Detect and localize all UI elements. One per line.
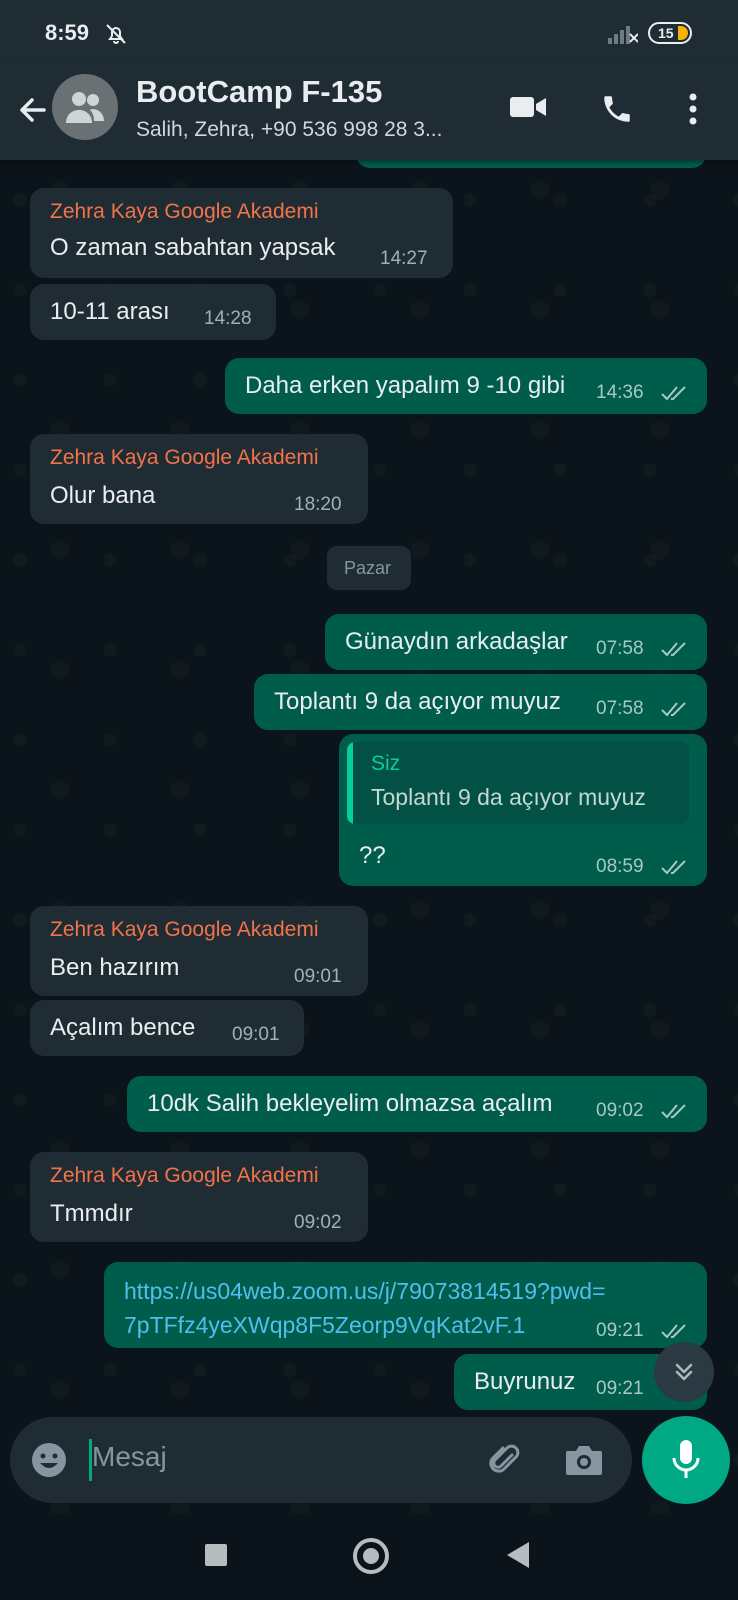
bell-off-icon [106, 24, 126, 44]
quote-text: Toplantı 9 da açıyor muyuz [371, 784, 646, 810]
link-line-2: 7pTFfz4yeXWqp8F5Zeorp9VqKat2vF.1 [124, 1312, 526, 1338]
message-input[interactable]: Mesaj [92, 1441, 167, 1473]
chat-title[interactable]: BootCamp F-135 [136, 74, 382, 110]
sender-name[interactable]: Zehra Kaya Google Akademi [50, 200, 319, 224]
message-outgoing[interactable]: 10dk Salih bekleyelim olmazsa açalım 09:… [127, 1076, 707, 1132]
link-line-1: https://us04web.zoom.us/j/79073814519?pw… [124, 1278, 606, 1304]
message-outgoing[interactable]: Toplantı 9 da açıyor muyuz 07:58 [254, 674, 707, 730]
double-check-icon [661, 1324, 686, 1339]
message-time: 09:21 [596, 1378, 644, 1399]
status-bar: 8:59 15 [0, 0, 738, 64]
sender-name[interactable]: Zehra Kaya Google Akademi [50, 446, 319, 470]
double-check-icon [661, 702, 686, 717]
message-text: Toplantı 9 da açıyor muyuz [274, 688, 561, 715]
message-text: Olur bana [50, 482, 156, 509]
attach-icon[interactable] [486, 1441, 524, 1479]
battery-indicator: 15 [648, 22, 692, 44]
message-text: Ben hazırım [50, 954, 180, 981]
double-check-icon [661, 860, 686, 875]
group-avatar[interactable] [52, 74, 118, 140]
message-text: Buyrunuz [474, 1368, 576, 1395]
message-text: Günaydın arkadaşlar [345, 628, 568, 655]
more-vert-icon[interactable] [688, 92, 698, 126]
message-outgoing-reply[interactable]: Siz Toplantı 9 da açıyor muyuz ?? 08:59 [339, 734, 707, 886]
system-back-button[interactable] [507, 1542, 529, 1568]
message-time: 14:27 [380, 248, 428, 269]
message-incoming[interactable]: Zehra Kaya Google Akademi Ben hazırım 09… [30, 906, 368, 996]
message-time: 09:02 [596, 1100, 644, 1121]
message-text: Daha erken yapalım 9 -10 gibi [245, 372, 566, 399]
status-time: 8:59 [45, 20, 90, 45]
day-separator: Pazar [327, 546, 411, 590]
back-arrow-icon[interactable] [14, 92, 50, 128]
camera-icon[interactable] [564, 1443, 604, 1477]
message-time: 09:01 [294, 966, 342, 987]
scroll-down-icon [675, 1363, 693, 1381]
double-check-icon [661, 1104, 686, 1119]
message-text: 10dk Salih bekleyelim olmazsa açalım [147, 1090, 553, 1117]
message-time: 09:21 [596, 1320, 644, 1341]
chat-header: BootCamp F-135 Salih, Zehra, +90 536 998… [0, 64, 738, 160]
message-time: 09:01 [232, 1024, 280, 1045]
message-composer[interactable]: Mesaj [10, 1417, 632, 1503]
message-time: 07:58 [596, 638, 644, 659]
message-incoming[interactable]: Zehra Kaya Google Akademi Tmmdır 09:02 [30, 1152, 368, 1242]
zoom-link[interactable]: https://us04web.zoom.us/j/79073814519?pw… [124, 1274, 605, 1342]
message-time: 08:59 [596, 856, 644, 877]
message-time: 18:20 [294, 494, 342, 515]
scroll-to-bottom-button[interactable] [654, 1342, 714, 1402]
message-text: ?? [359, 842, 386, 869]
message-text: Açalım bence [50, 1014, 196, 1041]
message-incoming[interactable]: Zehra Kaya Google Akademi O zaman sabaht… [30, 188, 453, 278]
signal-icon [608, 26, 638, 44]
message-time: 14:36 [596, 382, 644, 403]
quote-author: Siz [371, 752, 401, 775]
message-time: 09:02 [294, 1212, 342, 1233]
day-separator-label: Pazar [344, 558, 392, 578]
double-check-icon [661, 386, 686, 401]
message-time: 14:28 [204, 308, 252, 329]
mic-icon [672, 1440, 700, 1478]
message-outgoing[interactable]: Daha erken yapalım 9 -10 gibi 14:36 [225, 358, 707, 414]
home-button[interactable] [353, 1538, 389, 1574]
message-outgoing-link[interactable]: https://us04web.zoom.us/j/79073814519?pw… [104, 1262, 707, 1348]
battery-level: 15 [658, 25, 674, 41]
sender-name[interactable]: Zehra Kaya Google Akademi [50, 1164, 319, 1188]
message-text: Tmmdır [50, 1200, 133, 1227]
chat-members[interactable]: Salih, Zehra, +90 536 998 28 3... [136, 118, 442, 142]
video-call-icon[interactable] [508, 92, 548, 122]
message-incoming[interactable]: 10-11 arası 14:28 [30, 284, 276, 340]
message-incoming[interactable]: Zehra Kaya Google Akademi Olur bana 18:2… [30, 434, 368, 524]
voice-record-button[interactable] [642, 1416, 730, 1504]
system-nav-bar [0, 1514, 738, 1600]
message-incoming[interactable]: Açalım bence 09:01 [30, 1000, 304, 1056]
double-check-icon [661, 642, 686, 657]
phone-icon[interactable] [600, 92, 634, 126]
sender-name[interactable]: Zehra Kaya Google Akademi [50, 918, 319, 942]
message-text: O zaman sabahtan yapsak [50, 234, 336, 261]
group-avatar-icon [66, 92, 104, 123]
recents-button[interactable] [205, 1544, 227, 1566]
quoted-message[interactable]: Siz Toplantı 9 da açıyor muyuz [347, 742, 689, 824]
message-text: 10-11 arası [50, 298, 170, 325]
message-time: 07:58 [596, 698, 644, 719]
message-outgoing[interactable]: Günaydın arkadaşlar 07:58 [325, 614, 707, 670]
emoji-icon[interactable] [30, 1441, 68, 1479]
